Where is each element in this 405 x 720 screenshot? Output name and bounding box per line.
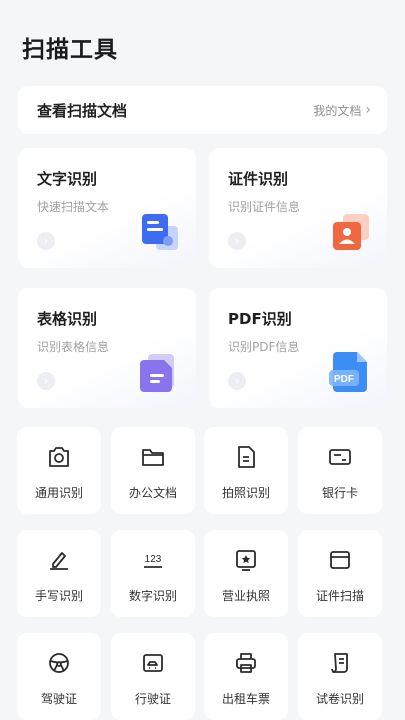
pdf-badge-text: PDF bbox=[334, 374, 354, 385]
tool-label: 证件扫描 bbox=[315, 589, 364, 603]
tool-label: 银行卡 bbox=[321, 486, 358, 500]
printer-icon bbox=[236, 653, 256, 673]
tool-label: 驾驶证 bbox=[40, 692, 77, 706]
tool-driver-license[interactable]: 驾驶证 bbox=[17, 633, 101, 720]
id-card-icon bbox=[330, 551, 350, 569]
tool-label: 通用识别 bbox=[34, 486, 83, 500]
tool-label: 拍照识别 bbox=[221, 486, 270, 500]
card-title: 证件识别 bbox=[228, 170, 289, 188]
exam-paper-icon bbox=[331, 653, 348, 673]
tool-business-license[interactable]: 营业执照 bbox=[204, 530, 288, 617]
tool-taxi-receipt[interactable]: 出租车票 bbox=[204, 633, 288, 720]
folder-icon bbox=[142, 449, 164, 466]
tool-label: 数字识别 bbox=[128, 589, 177, 603]
steering-wheel-icon bbox=[49, 653, 69, 673]
number-icon: 123 bbox=[144, 554, 162, 568]
bank-card-icon bbox=[329, 449, 351, 465]
tool-photo-recognition[interactable]: 拍照识别 bbox=[204, 427, 288, 514]
tool-number-recognition[interactable]: 123 数字识别 bbox=[111, 530, 195, 617]
card-title: 表格识别 bbox=[37, 310, 98, 328]
card-title: 文字识别 bbox=[37, 170, 98, 188]
table-recognition-card[interactable]: 表格识别 识别表格信息 › bbox=[18, 288, 196, 408]
my-docs-label: 我的文档 bbox=[313, 103, 362, 118]
tool-bank-card[interactable]: 银行卡 bbox=[298, 427, 382, 514]
tool-label: 行驶证 bbox=[134, 692, 171, 706]
pdf-file-icon: PDF bbox=[329, 352, 367, 392]
view-scan-docs-label: 查看扫描文档 bbox=[37, 101, 128, 120]
number-glyph: 123 bbox=[145, 554, 162, 565]
card-title: PDF识别 bbox=[228, 310, 292, 328]
tool-label: 试卷识别 bbox=[315, 692, 364, 706]
tool-handwriting[interactable]: 手写识别 bbox=[17, 530, 101, 617]
table-document-icon bbox=[140, 354, 174, 392]
arrow-right-icon: › bbox=[37, 232, 55, 250]
tool-vehicle-license[interactable]: 行驶证 bbox=[111, 633, 195, 720]
id-card-person-icon bbox=[333, 214, 369, 250]
tool-label: 手写识别 bbox=[34, 589, 83, 603]
view-scan-docs-bar[interactable]: 查看扫描文档 我的文档 › bbox=[18, 86, 387, 134]
my-docs-link[interactable]: 我的文档 › bbox=[313, 102, 371, 119]
tool-label: 营业执照 bbox=[221, 589, 270, 603]
pen-icon bbox=[50, 552, 68, 570]
chevron-right-icon: › bbox=[365, 102, 371, 118]
arrow-right-icon: › bbox=[228, 232, 246, 250]
text-document-icon bbox=[142, 214, 178, 250]
tool-label: 办公文档 bbox=[128, 486, 177, 500]
pdf-recognition-card[interactable]: PDF识别 识别PDF信息 › PDF bbox=[209, 288, 387, 408]
tool-office-docs[interactable]: 办公文档 bbox=[111, 427, 195, 514]
tool-id-scan[interactable]: 证件扫描 bbox=[298, 530, 382, 617]
tool-exam-paper[interactable]: 试卷识别 bbox=[298, 633, 382, 720]
tool-general-recognition[interactable]: 通用识别 bbox=[17, 427, 101, 514]
tool-label: 出租车票 bbox=[221, 692, 270, 706]
page-title: 扫描工具 bbox=[22, 37, 118, 63]
vehicle-license-icon bbox=[143, 654, 163, 672]
license-icon bbox=[236, 550, 256, 571]
text-recognition-card[interactable]: 文字识别 快速扫描文本 › bbox=[18, 148, 196, 268]
camera-icon bbox=[49, 447, 69, 467]
document-icon bbox=[238, 446, 255, 468]
arrow-right-icon: › bbox=[37, 372, 55, 390]
arrow-right-icon: › bbox=[228, 372, 246, 390]
id-recognition-card[interactable]: 证件识别 识别证件信息 › bbox=[209, 148, 387, 268]
